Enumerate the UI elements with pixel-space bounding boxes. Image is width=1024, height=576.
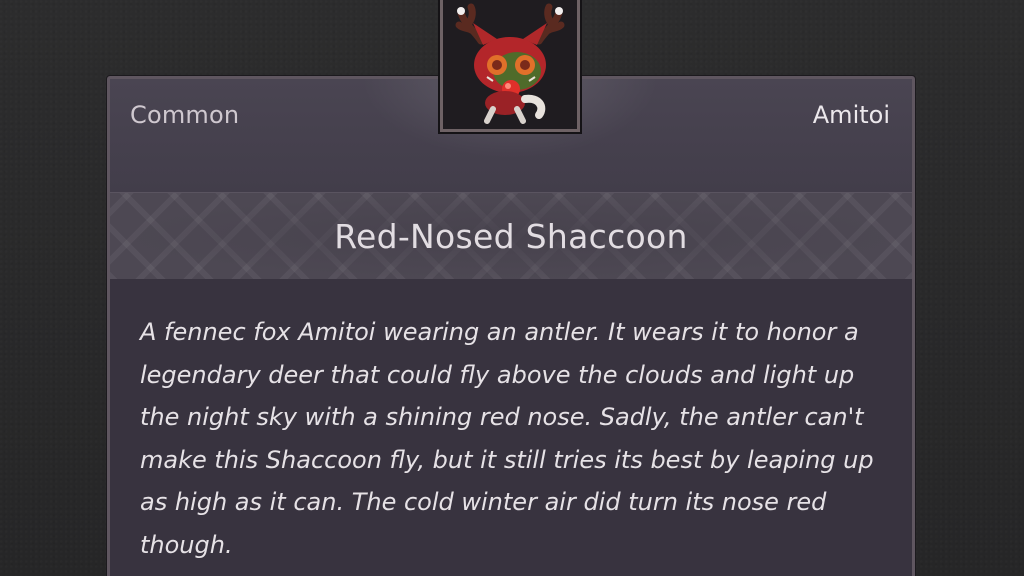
rarity-label: Common (130, 101, 240, 129)
item-icon-frame (440, 0, 580, 132)
item-tooltip: Common Amitoi Red-Nosed Shaccoon A fenne… (107, 76, 915, 576)
category-label: Amitoi (812, 101, 890, 129)
title-band: Red-Nosed Shaccoon (110, 192, 912, 281)
description-area: A fennec fox Amitoi wearing an antler. I… (110, 279, 912, 576)
item-description: A fennec fox Amitoi wearing an antler. I… (140, 318, 874, 559)
red-nosed-shaccoon-icon (443, 0, 577, 129)
item-name: Red-Nosed Shaccoon (334, 217, 688, 256)
